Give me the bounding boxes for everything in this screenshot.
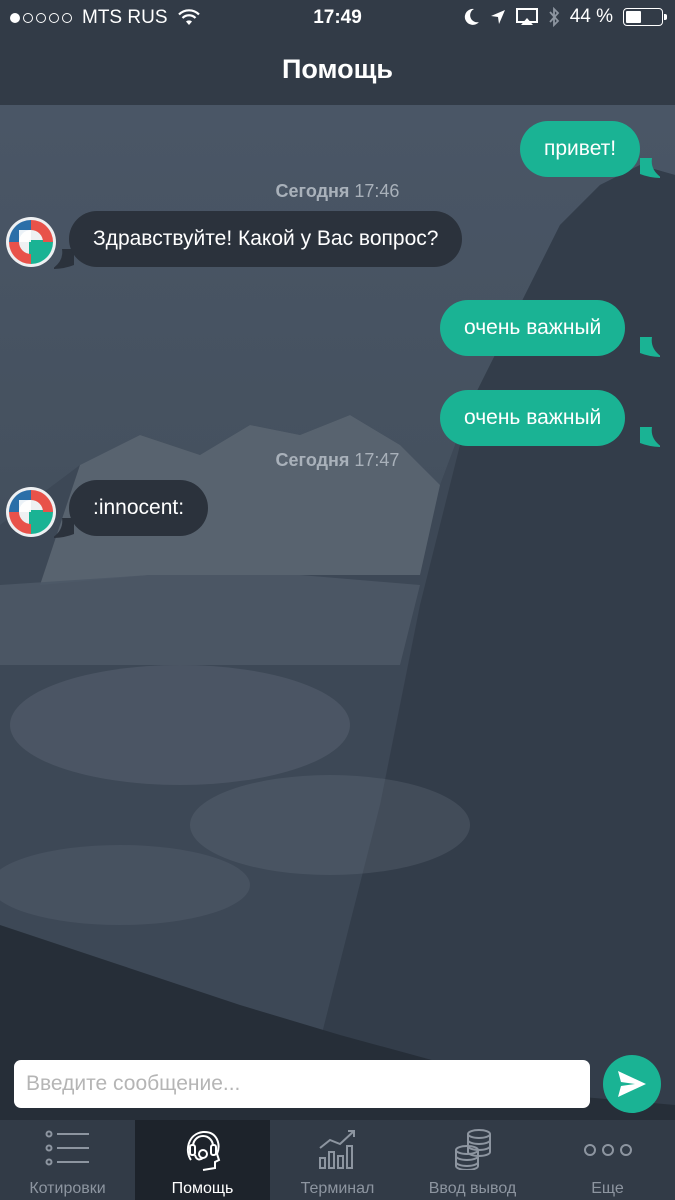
battery-percent: 44 % <box>569 6 613 27</box>
battery-level <box>626 11 641 23</box>
tab-help[interactable]: Помощь <box>135 1120 270 1200</box>
outgoing-message[interactable]: привет! <box>520 121 641 177</box>
message-timestamp: Сегодня 17:47 <box>275 450 400 470</box>
support-avatar-icon <box>6 487 56 537</box>
bubble-tail <box>640 427 660 447</box>
message-input[interactable] <box>14 1060 590 1108</box>
tab-bar: Котировки Помощь Терминал Ввод вывод Еще <box>0 1120 675 1200</box>
moon-icon <box>464 8 479 25</box>
more-icon <box>583 1144 632 1156</box>
bubble-tail <box>54 249 74 269</box>
screen-mirroring-icon <box>515 8 538 25</box>
bubble-tail <box>640 337 660 357</box>
tab-label: Еще <box>591 1180 624 1197</box>
bluetooth-icon <box>549 7 559 27</box>
bubble-tail <box>640 158 660 178</box>
support-headset-icon <box>186 1130 220 1171</box>
outgoing-message[interactable]: очень важный <box>440 300 626 356</box>
tab-deposit-withdraw[interactable]: Ввод вывод <box>405 1120 540 1200</box>
location-icon <box>490 10 505 24</box>
list-icon <box>45 1130 89 1166</box>
tab-more[interactable]: Еще <box>540 1120 675 1200</box>
send-arrow-icon <box>618 1071 646 1097</box>
incoming-message[interactable]: Здравствуйте! Какой у Вас вопрос? <box>69 211 463 267</box>
nav-bar: Помощь <box>0 36 675 105</box>
tab-terminal[interactable]: Терминал <box>270 1120 405 1200</box>
tab-quotes[interactable]: Котировки <box>0 1120 135 1200</box>
tab-label: Ввод вывод <box>428 1180 517 1197</box>
page-title: Помощь <box>281 54 394 84</box>
send-button[interactable] <box>603 1055 661 1113</box>
battery-icon <box>623 8 667 26</box>
tab-label: Помощь <box>171 1180 234 1197</box>
status-bar: MTS RUS 17:49 44 % <box>0 0 675 36</box>
status-right: 44 % <box>464 6 667 28</box>
outgoing-message[interactable]: очень важный <box>440 390 626 446</box>
incoming-message[interactable]: :innocent: <box>69 480 209 536</box>
coins-icon <box>454 1129 491 1170</box>
chart-icon <box>318 1130 355 1169</box>
support-avatar-icon <box>6 217 56 267</box>
tab-label: Терминал <box>300 1180 375 1197</box>
message-timestamp: Сегодня 17:46 <box>275 181 400 201</box>
tab-label: Котировки <box>29 1180 106 1197</box>
bubble-tail <box>54 518 74 538</box>
